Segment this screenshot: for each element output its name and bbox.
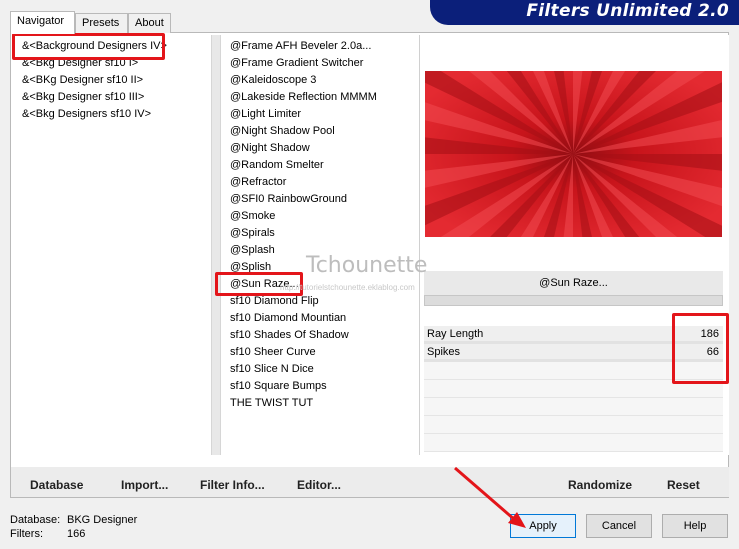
filter-list[interactable]: @Frame AFH Beveler 2.0a... @Frame Gradie… [221, 35, 418, 455]
highlight-category [12, 33, 165, 60]
import-button[interactable]: Import... [121, 478, 168, 492]
param-label: Spikes [427, 346, 461, 358]
tab-navigator[interactable]: Navigator [10, 11, 75, 34]
filter-item[interactable]: sf10 Slice N Dice [230, 361, 314, 378]
filter-item[interactable]: sf10 Square Bumps [230, 378, 327, 395]
filter-item[interactable]: sf10 Shades Of Shadow [230, 327, 349, 344]
cancel-button[interactable]: Cancel [586, 514, 652, 538]
filter-item[interactable]: @Random Smelter [230, 157, 324, 174]
param-row-empty [424, 398, 723, 416]
param-row-empty [424, 416, 723, 434]
filter-info-button[interactable]: Filter Info... [200, 478, 265, 492]
filter-item[interactable]: @SFI0 RainbowGround [230, 191, 347, 208]
filter-item[interactable]: @Frame Gradient Switcher [230, 55, 363, 72]
filter-item[interactable]: @Kaleidoscope 3 [230, 72, 316, 89]
filter-item[interactable]: @Light Limiter [230, 106, 301, 123]
editor-button[interactable]: Editor... [297, 478, 341, 492]
help-button[interactable]: Help [662, 514, 728, 538]
param-label: Ray Length [427, 328, 484, 340]
filter-item[interactable]: @Night Shadow Pool [230, 123, 335, 140]
tab-presets[interactable]: Presets [75, 13, 128, 33]
filter-item[interactable]: sf10 Diamond Mountian [230, 310, 346, 327]
filter-item[interactable]: @Refractor [230, 174, 286, 191]
randomize-button[interactable]: Randomize [568, 478, 632, 492]
filter-item[interactable]: @Spirals [230, 225, 275, 242]
app-title: Filters Unlimited 2.0 [526, 1, 729, 21]
filter-item[interactable]: @Lakeside Reflection MMMM [230, 89, 377, 106]
filter-preview-image [425, 71, 722, 237]
filter-item[interactable]: @Splash [230, 242, 275, 259]
param-row-empty [424, 434, 723, 452]
selected-filter-name: @Sun Raze... [424, 271, 723, 295]
status-database-value: BKG Designer [67, 514, 138, 526]
category-item[interactable]: &<Bkg Designers sf10 IV> [22, 106, 151, 123]
database-button[interactable]: Database [30, 478, 83, 492]
category-list[interactable]: &<Background Designers IV> &<Bkg Designe… [11, 35, 211, 455]
filter-item[interactable]: THE TWIST TUT [230, 395, 313, 412]
filter-item[interactable]: @Smoke [230, 208, 275, 225]
progress-bar [424, 295, 723, 306]
highlight-values [672, 313, 729, 384]
status-database-label: Database: [10, 514, 61, 526]
panel-splitter[interactable] [211, 35, 221, 455]
status-filters-label: Filters: [10, 528, 43, 540]
filter-item[interactable]: @Frame AFH Beveler 2.0a... [230, 38, 371, 55]
apply-button[interactable]: Apply [510, 514, 576, 538]
watermark-title: Tchounette [306, 253, 428, 278]
status-filters-value: 166 [67, 528, 86, 540]
watermark-url: http://tutorielstchounette.eklablog.com [280, 283, 415, 292]
tab-about[interactable]: About [128, 13, 171, 33]
category-item[interactable]: &<Bkg Designer sf10 III> [22, 89, 144, 106]
filter-item[interactable]: sf10 Sheer Curve [230, 344, 316, 361]
reset-button[interactable]: Reset [667, 478, 700, 492]
filters-unlimited-window: Filters Unlimited 2.0 Navigator Presets … [0, 0, 739, 549]
category-item[interactable]: &<BKg Designer sf10 II> [22, 72, 143, 89]
filter-item[interactable]: @Night Shadow [230, 140, 310, 157]
title-banner: Filters Unlimited 2.0 [430, 0, 739, 25]
